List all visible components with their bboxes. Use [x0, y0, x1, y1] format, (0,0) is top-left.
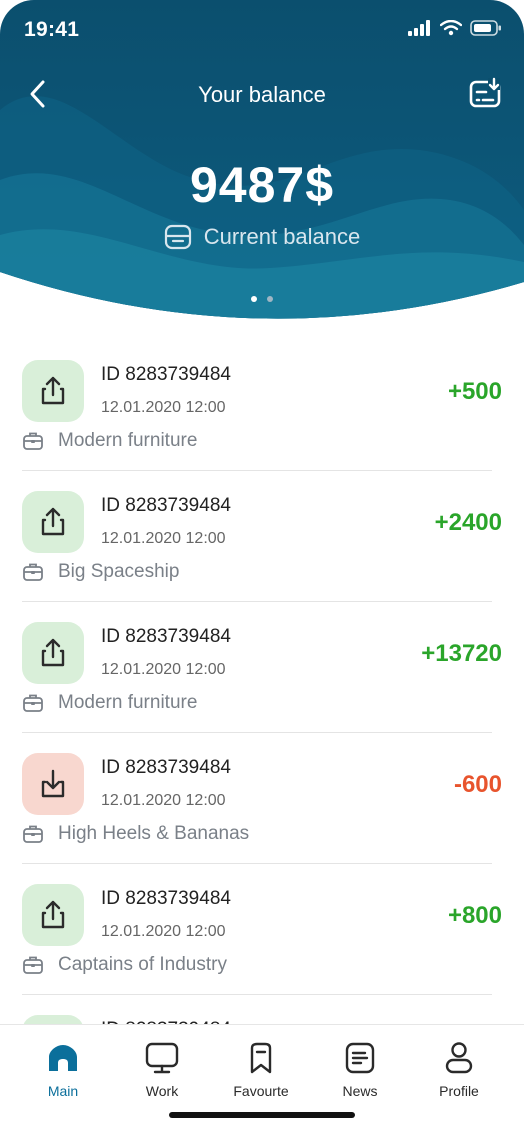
transaction-id: ID 8283739484	[101, 757, 231, 778]
briefcase-icon	[23, 694, 43, 712]
export-list-icon	[469, 77, 501, 108]
category-label: Captains of Industry	[58, 954, 227, 975]
transaction-id: ID 8283739484	[101, 495, 231, 516]
page-dot-active[interactable]	[251, 296, 257, 302]
briefcase-icon	[23, 432, 43, 450]
transaction-date: 12.01.2020 12:00	[101, 399, 226, 416]
wallet-icon	[164, 224, 191, 250]
tab-work[interactable]: Work	[117, 1041, 207, 1099]
tab-label: News	[342, 1083, 378, 1099]
briefcase-icon	[23, 956, 43, 974]
transaction-date: 12.01.2020 12:00	[101, 661, 226, 678]
divider	[22, 863, 492, 864]
briefcase-icon	[23, 563, 43, 581]
category-label: Big Spaceship	[58, 561, 180, 582]
home-indicator[interactable]	[169, 1112, 355, 1118]
home-icon	[49, 1045, 77, 1071]
export-button[interactable]	[468, 76, 504, 112]
transaction-amount: +800	[447, 902, 502, 929]
transaction-category: Big Spaceship	[22, 561, 179, 583]
category-label: High Heels & Bananas	[58, 823, 250, 844]
divider	[22, 732, 492, 733]
transaction-type-badge	[22, 753, 84, 815]
balance-header: 19:41 Your balance 9487$ Current balance	[0, 0, 524, 330]
transaction-list: ID 8283739484 12.01.2020 12:00 +500 Mode…	[22, 360, 502, 1131]
monitor-icon	[145, 1042, 179, 1074]
transaction-category: Modern furniture	[22, 430, 197, 452]
transaction-date: 12.01.2020 12:00	[101, 923, 226, 940]
tab-favourite[interactable]: Favourte	[216, 1041, 306, 1099]
transaction-id: ID 8283739484	[101, 888, 231, 909]
tab-main[interactable]: Main	[18, 1041, 108, 1099]
balance-amount: 9487$	[189, 157, 335, 213]
download-icon	[41, 769, 65, 798]
transaction-date: 12.01.2020 12:00	[101, 792, 226, 809]
tab-label: Profile	[439, 1083, 479, 1099]
upload-icon	[41, 638, 65, 667]
bookmark-icon	[250, 1042, 272, 1074]
news-icon	[345, 1042, 375, 1074]
upload-icon	[41, 507, 65, 536]
page-dot[interactable]	[267, 296, 273, 302]
transaction-amount: +500	[447, 378, 502, 405]
transaction-date: 12.01.2020 12:00	[101, 530, 226, 547]
category-label: Modern furniture	[58, 692, 198, 713]
transaction-item[interactable]: ID 8283739484 12.01.2020 12:00 +800 Capt…	[22, 884, 502, 1015]
transaction-item[interactable]: ID 8283739484 12.01.2020 12:00 -600 High…	[22, 753, 502, 884]
signal-icon	[408, 20, 430, 36]
transaction-item[interactable]: ID 8283739484 12.01.2020 12:00 +500 Mode…	[22, 360, 502, 491]
upload-icon	[41, 900, 65, 929]
status-icons	[408, 20, 502, 36]
transaction-category: High Heels & Bananas	[22, 823, 249, 845]
tab-news[interactable]: News	[315, 1041, 405, 1099]
wifi-icon	[440, 20, 462, 36]
balance-label: Current balance	[203, 224, 361, 249]
briefcase-icon	[23, 825, 43, 843]
status-time: 19:41	[24, 18, 80, 41]
page-indicator	[0, 296, 524, 302]
profile-icon	[445, 1042, 473, 1074]
divider	[22, 601, 492, 602]
battery-icon	[470, 20, 501, 36]
transaction-item[interactable]: ID 8283739484 12.01.2020 12:00 +2400 Big…	[22, 491, 502, 622]
page-title: Your balance	[198, 82, 326, 107]
transaction-type-badge	[22, 884, 84, 946]
category-label: Modern furniture	[58, 430, 198, 451]
transaction-type-badge	[22, 360, 84, 422]
transaction-type-badge	[22, 491, 84, 553]
upload-icon	[41, 376, 65, 405]
divider	[22, 994, 492, 995]
tab-label: Work	[145, 1083, 179, 1099]
transaction-amount: -600	[453, 771, 502, 798]
divider	[22, 470, 492, 471]
transaction-category: Captains of Industry	[22, 954, 227, 976]
tab-label: Favourte	[233, 1083, 289, 1099]
phone-screen: 19:41 Your balance 9487$ Current balance…	[0, 0, 524, 1131]
transaction-item[interactable]: ID 8283739484 12.01.2020 12:00 +13720 Mo…	[22, 622, 502, 753]
transaction-amount: +13720	[421, 640, 502, 667]
tab-profile[interactable]: Profile	[414, 1041, 504, 1099]
transaction-category: Modern furniture	[22, 692, 197, 714]
balance-label-row: Current balance	[0, 224, 524, 250]
tab-label: Main	[47, 1083, 79, 1099]
transaction-id: ID 8283739484	[101, 626, 231, 647]
transaction-amount: +2400	[434, 509, 502, 536]
transaction-id: ID 8283739484	[101, 364, 231, 385]
transaction-type-badge	[22, 622, 84, 684]
